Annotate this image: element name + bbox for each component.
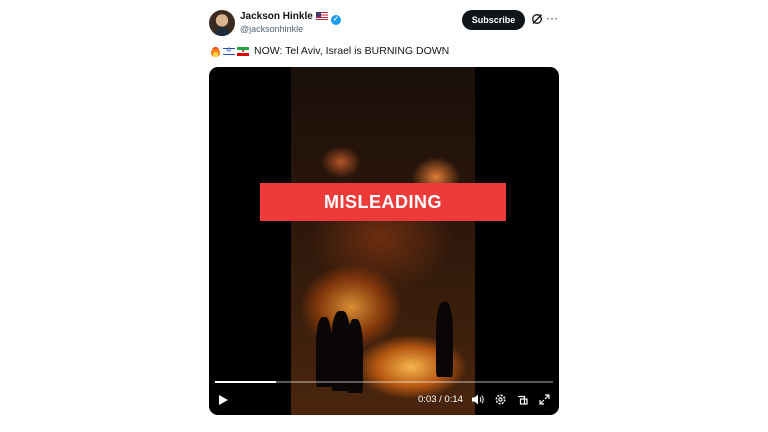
iran-flag-emoji	[237, 46, 249, 56]
tweet-text: NOW: Tel Aviv, Israel is BURNING DOWN	[210, 44, 449, 58]
video-progress-fill	[215, 381, 276, 383]
silhouette	[436, 302, 453, 377]
tweet-body: NOW: Tel Aviv, Israel is BURNING DOWN	[254, 45, 450, 57]
silhouette	[316, 317, 332, 387]
us-flag-icon	[315, 12, 328, 20]
settings-icon[interactable]	[494, 393, 507, 406]
grok-icon[interactable]	[531, 13, 543, 25]
avatar[interactable]	[209, 10, 235, 36]
author-handle[interactable]: @jacksonhinkle	[240, 24, 303, 34]
pip-icon[interactable]	[516, 393, 529, 406]
misleading-label: MISLEADING	[260, 183, 506, 221]
fullscreen-icon[interactable]	[538, 393, 551, 406]
author-name[interactable]: Jackson Hinkle	[240, 11, 313, 22]
author-name-row[interactable]: Jackson Hinkle ✓	[240, 11, 341, 25]
video-time: 0:03 / 0:14	[418, 394, 463, 405]
fire-emoji	[210, 45, 221, 57]
play-icon[interactable]	[219, 395, 228, 405]
subscribe-button[interactable]: Subscribe	[462, 10, 525, 30]
volume-icon[interactable]	[471, 393, 484, 406]
israel-flag-emoji	[223, 46, 235, 56]
more-options-button[interactable]: ···	[546, 11, 558, 25]
video-progress-bar[interactable]	[215, 381, 553, 383]
verified-badge-icon[interactable]: ✓	[330, 15, 341, 25]
tweet-header: Jackson Hinkle ✓ @jacksonhinkle Subscribe…	[209, 9, 559, 39]
video-frame[interactable]	[291, 67, 475, 415]
video-player[interactable]: MISLEADING 0:03 / 0:14	[209, 67, 559, 415]
video-controls: 0:03 / 0:14	[209, 389, 559, 411]
